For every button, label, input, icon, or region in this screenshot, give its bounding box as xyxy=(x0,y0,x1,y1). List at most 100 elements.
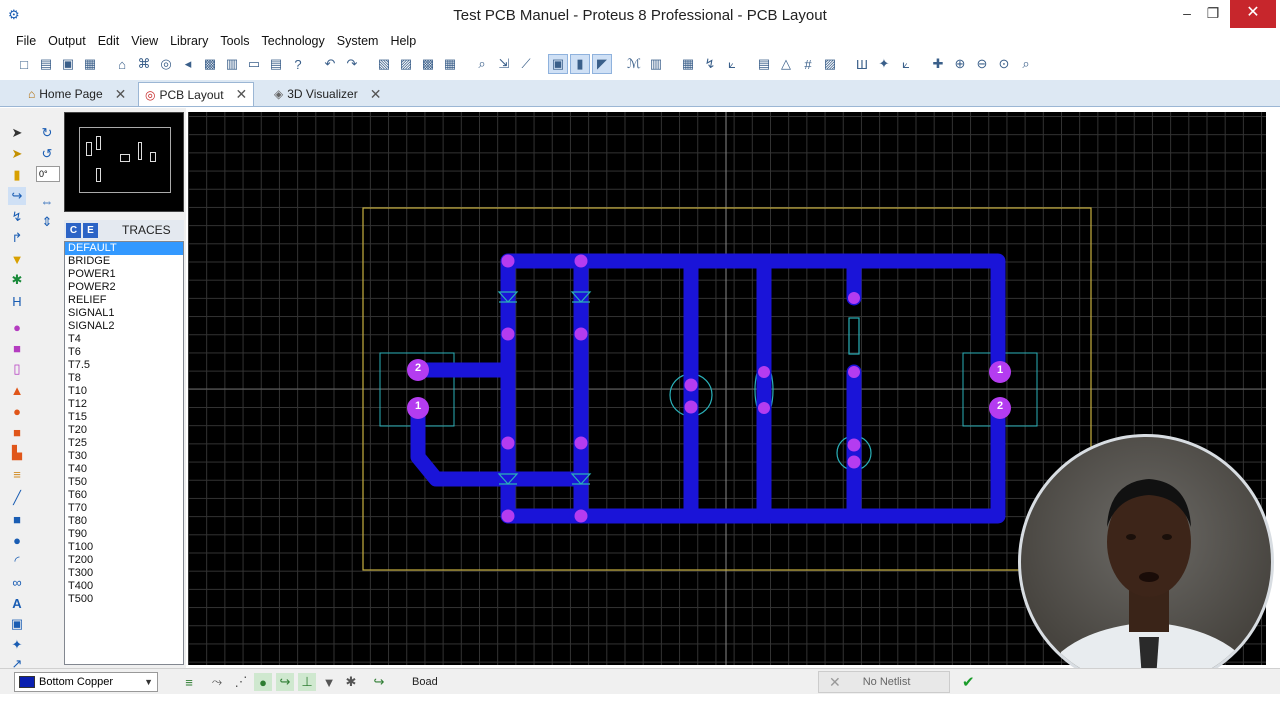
component-mode-icon[interactable]: ➤ xyxy=(8,145,26,163)
via-status-icon[interactable]: ⊥ xyxy=(298,673,316,691)
help-icon[interactable]: ? xyxy=(288,54,308,74)
copy-icon[interactable]: ▨ xyxy=(396,54,416,74)
circle-icon[interactable]: ● xyxy=(8,531,26,549)
pick-icon[interactable]: ▮ xyxy=(570,54,590,74)
trace-style-item[interactable]: SIGNAL1 xyxy=(65,307,183,320)
symbol-icon[interactable]: ▣ xyxy=(8,615,26,633)
design-explorer-icon[interactable]: ▤ xyxy=(266,54,286,74)
menu-system[interactable]: System xyxy=(331,32,385,50)
redo-icon[interactable]: ↷ xyxy=(342,54,362,74)
trace-style-item[interactable]: T30 xyxy=(65,450,183,463)
rotation-input[interactable]: 0° xyxy=(36,166,60,182)
auto-router-icon[interactable]: ⇲ xyxy=(494,54,514,74)
dil-pad-icon[interactable]: ▯ xyxy=(8,360,26,378)
close-tab-icon[interactable]: ✕ xyxy=(370,86,382,103)
trace-style-item[interactable]: T60 xyxy=(65,489,183,502)
save-icon[interactable]: ▣ xyxy=(58,54,78,74)
search-icon[interactable]: ℳ xyxy=(624,54,644,74)
layers-icon[interactable]: ≡ xyxy=(180,673,198,691)
trace-style-item[interactable]: RELIEF xyxy=(65,294,183,307)
bom-icon[interactable]: ▥ xyxy=(222,54,242,74)
trace-style-item[interactable]: T90 xyxy=(65,528,183,541)
zoom-window-icon[interactable]: ⌕ xyxy=(1016,54,1036,74)
line-icon[interactable]: ╱ xyxy=(8,489,26,507)
trace-style-item[interactable]: T4 xyxy=(65,333,183,346)
trace-style-item[interactable]: T10 xyxy=(65,385,183,398)
cut-icon[interactable]: ▧ xyxy=(374,54,394,74)
track-status-icon[interactable]: ↪ xyxy=(276,673,294,691)
edge-pad-icon[interactable]: ▲ xyxy=(8,381,26,399)
close-tab-icon[interactable]: ✕ xyxy=(115,86,127,103)
tab-pcb-layout[interactable]: ◎ PCB Layout ✕ xyxy=(138,82,255,106)
menu-tools[interactable]: Tools xyxy=(214,32,255,50)
open-icon[interactable]: ▤ xyxy=(36,54,56,74)
via-mode-icon[interactable]: ↯ xyxy=(8,208,26,226)
mirror-horizontal-icon[interactable]: ⇔ xyxy=(38,192,56,210)
undo-icon[interactable]: ↶ xyxy=(320,54,340,74)
schematic-icon[interactable]: ⌘ xyxy=(134,54,154,74)
menu-output[interactable]: Output xyxy=(42,32,92,50)
origin-icon[interactable]: Ш xyxy=(852,54,872,74)
close-tab-icon[interactable]: ✕ xyxy=(236,86,248,103)
padstack-icon[interactable]: ≡ xyxy=(8,465,26,483)
mirror-vertical-icon[interactable]: ⇕ xyxy=(38,213,56,231)
menu-library[interactable]: Library xyxy=(164,32,214,50)
menu-technology[interactable]: Technology xyxy=(256,32,331,50)
layers-icon[interactable]: ▨ xyxy=(820,54,840,74)
trace-style-item[interactable]: BRIDGE xyxy=(65,255,183,268)
delete-icon[interactable]: ▦ xyxy=(440,54,460,74)
filter-icon[interactable]: ▼ xyxy=(320,673,338,691)
marker-icon[interactable]: ✦ xyxy=(8,636,26,654)
zoom-area-icon[interactable]: ⌕ xyxy=(472,54,492,74)
zone-mode-icon[interactable]: ↱ xyxy=(8,229,26,247)
menu-help[interactable]: Help xyxy=(384,32,422,50)
trace-style-item[interactable]: T80 xyxy=(65,515,183,528)
menu-file[interactable]: File xyxy=(10,32,42,50)
zoom-in-icon[interactable]: ⊕ xyxy=(950,54,970,74)
ratsnest-status-icon[interactable]: ↪ xyxy=(370,673,388,691)
trace-style-item[interactable]: T12 xyxy=(65,398,183,411)
box-icon[interactable]: ■ xyxy=(8,510,26,528)
trace-style-c-button[interactable]: C xyxy=(66,222,81,238)
trace-style-item[interactable]: T70 xyxy=(65,502,183,515)
connectivity-icon[interactable]: ✱ xyxy=(8,271,26,289)
route-mode-icon[interactable]: ◤ xyxy=(592,54,612,74)
menu-edit[interactable]: Edit xyxy=(92,32,126,50)
menu-view[interactable]: View xyxy=(125,32,164,50)
close-button[interactable]: ✕ xyxy=(1230,0,1276,28)
drc-icon[interactable]: ⟀ xyxy=(722,54,742,74)
pcb-icon[interactable]: ◎ xyxy=(156,54,176,74)
trace-style-item[interactable]: T400 xyxy=(65,580,183,593)
track-mode-icon[interactable]: ↪ xyxy=(8,187,26,205)
zoom-out-icon[interactable]: ⊖ xyxy=(972,54,992,74)
autoplace-icon[interactable]: ↯ xyxy=(700,54,720,74)
trace-style-item[interactable]: T50 xyxy=(65,476,183,489)
back-icon[interactable]: ◂ xyxy=(178,54,198,74)
gerber-icon[interactable]: ▩ xyxy=(200,54,220,74)
round-pad-icon[interactable]: ● xyxy=(8,318,26,336)
rect-smt-icon[interactable]: ■ xyxy=(8,423,26,441)
new-icon[interactable]: □ xyxy=(14,54,34,74)
arc-icon[interactable]: ◜ xyxy=(8,552,26,570)
maximize-button[interactable]: ❐ xyxy=(1196,0,1230,28)
trace-style-list[interactable]: DEFAULT BRIDGE POWER1 POWER2 RELIEF SIGNAL1 SI… xyxy=(64,241,184,665)
trace-style-item[interactable]: T7.5 xyxy=(65,359,183,372)
trace-style-item[interactable]: T40 xyxy=(65,463,183,476)
rotate-cw-icon[interactable]: ↻ xyxy=(38,124,56,142)
circle-pad-icon[interactable]: ● xyxy=(8,402,26,420)
overview-window[interactable] xyxy=(64,112,184,212)
path-icon[interactable]: ∞ xyxy=(8,573,26,591)
rotate-ccw-icon[interactable]: ↺ xyxy=(38,145,56,163)
crosshair-icon[interactable]: ✚ xyxy=(928,54,948,74)
route-icon[interactable]: ⤳ xyxy=(208,673,226,691)
paste-icon[interactable]: ▩ xyxy=(418,54,438,74)
diff-pair-icon[interactable]: H xyxy=(8,292,26,310)
3d-icon[interactable]: △ xyxy=(776,54,796,74)
library-icon[interactable]: ▥ xyxy=(646,54,666,74)
layer-selector[interactable]: Bottom Copper ▼ xyxy=(14,672,158,692)
trace-style-item[interactable]: SIGNAL2 xyxy=(65,320,183,333)
square-pad-icon[interactable]: ■ xyxy=(8,339,26,357)
trace-style-item[interactable]: T300 xyxy=(65,567,183,580)
trace-style-item[interactable]: T20 xyxy=(65,424,183,437)
zoom-all-icon[interactable]: ⊙ xyxy=(994,54,1014,74)
